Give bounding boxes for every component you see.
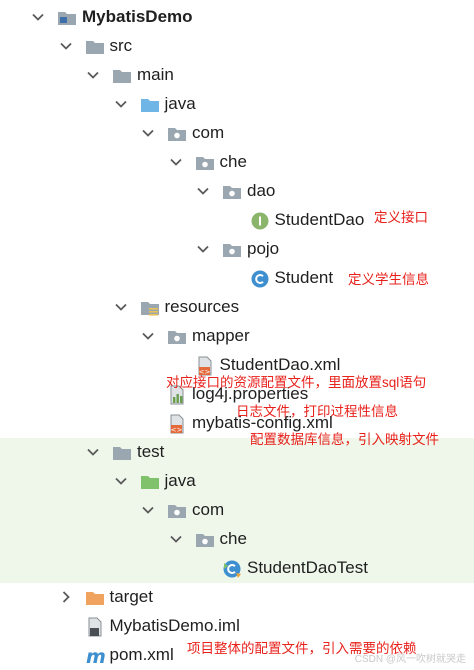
chevron-down-icon[interactable]	[114, 474, 128, 488]
iml-file-icon	[85, 617, 105, 637]
annotation-log4j: 日志文件，打印过程性信息	[236, 404, 398, 419]
chevron-down-icon[interactable]	[114, 300, 128, 314]
tree-node-label: dao	[247, 181, 276, 200]
tree-node-mybatisdemo[interactable]: MybatisDemo	[0, 3, 474, 32]
chevron-down-icon[interactable]	[86, 445, 100, 459]
chevron-down-icon[interactable]	[141, 503, 155, 517]
chevron-down-icon[interactable]	[59, 39, 73, 53]
tree-node-label: Student	[274, 268, 334, 287]
package-icon	[195, 153, 215, 173]
package-icon	[195, 530, 215, 550]
module-folder-icon	[57, 8, 77, 28]
test-root-folder-icon	[140, 472, 160, 492]
tree-node-label: java	[164, 471, 196, 490]
resources-folder-icon	[140, 298, 160, 318]
tree-node-label: resources	[164, 297, 240, 316]
package-icon	[167, 501, 187, 521]
annotation-mapper-xml: 对应接口的资源配置文件，里面放置sql语句	[166, 375, 427, 390]
tree-node-com[interactable]: com	[0, 119, 474, 148]
maven-icon: m	[85, 646, 105, 666]
package-icon	[167, 124, 187, 144]
excluded-folder-icon	[85, 588, 105, 608]
source-root-folder-icon	[140, 95, 160, 115]
tree-node-label: che	[219, 152, 247, 171]
folder-icon	[112, 443, 132, 463]
chevron-down-icon[interactable]	[141, 329, 155, 343]
tree-node-che[interactable]: che	[0, 148, 474, 177]
tree-node-label: StudentDao	[274, 210, 365, 229]
annotation-mybatis-config: 配置数据库信息，引入映射文件	[250, 432, 439, 447]
annotation-student: 定义学生信息	[348, 272, 429, 287]
test-class-icon	[222, 559, 242, 579]
chevron-down-icon[interactable]	[196, 184, 210, 198]
tree-node-target[interactable]: target	[0, 583, 474, 612]
tree-node-label: pojo	[247, 239, 280, 258]
chevron-down-icon[interactable]	[86, 68, 100, 82]
folder-icon	[85, 37, 105, 57]
tree-node-main[interactable]: main	[0, 61, 474, 90]
package-icon	[222, 240, 242, 260]
chevron-down-icon[interactable]	[196, 242, 210, 256]
tree-node-java[interactable]: java	[0, 90, 474, 119]
package-icon	[167, 327, 187, 347]
tree-node-label: mapper	[192, 326, 250, 345]
tree-node-label: MybatisDemo	[82, 7, 193, 26]
tree-node-label: StudentDao.xml	[219, 355, 341, 374]
watermark: CSDN @风一吹树就哭走	[354, 654, 466, 665]
package-icon	[222, 182, 242, 202]
folder-icon	[112, 66, 132, 86]
xml-file-icon: <>	[195, 356, 215, 376]
chevron-down-icon[interactable]	[141, 126, 155, 140]
class-icon	[250, 269, 270, 289]
svg-text:<>: <>	[171, 426, 183, 434]
svg-text:m: m	[86, 646, 105, 666]
tree-node-label: che	[219, 529, 247, 548]
tree-node-src[interactable]: src	[0, 32, 474, 61]
tree-node-studentdaotest[interactable]: StudentDaoTest	[0, 554, 474, 583]
tree-node-label: pom.xml	[109, 645, 174, 664]
xml-file-icon: <>	[167, 414, 187, 434]
tree-node-label: MybatisDemo.iml	[109, 616, 240, 635]
tree-node-che[interactable]: che	[0, 525, 474, 554]
tree-node-label: StudentDaoTest	[247, 558, 368, 577]
tree-node-pojo[interactable]: pojo	[0, 235, 474, 264]
chevron-down-icon[interactable]	[114, 97, 128, 111]
chevron-down-icon[interactable]	[169, 155, 183, 169]
tree-node-java[interactable]: java	[0, 467, 474, 496]
tree-node-com[interactable]: com	[0, 496, 474, 525]
tree-node-label: java	[164, 94, 196, 113]
interface-icon	[250, 211, 270, 231]
tree-node-label: target	[109, 587, 153, 606]
tree-node-label: test	[137, 442, 165, 461]
chevron-right-icon[interactable]	[59, 590, 73, 604]
chevron-down-icon[interactable]	[31, 10, 45, 24]
annotation-interface: 定义接口	[374, 210, 428, 225]
chevron-down-icon[interactable]	[169, 532, 183, 546]
tree-node-label: src	[109, 36, 133, 55]
tree-node-label: main	[137, 65, 174, 84]
tree-node-label: com	[192, 500, 225, 519]
tree-node-mybatisdemo-iml[interactable]: MybatisDemo.iml	[0, 612, 474, 641]
tree-node-label: com	[192, 123, 225, 142]
tree-node-dao[interactable]: dao	[0, 177, 474, 206]
tree-node-resources[interactable]: resources	[0, 293, 474, 322]
tree-node-mapper[interactable]: mapper	[0, 322, 474, 351]
